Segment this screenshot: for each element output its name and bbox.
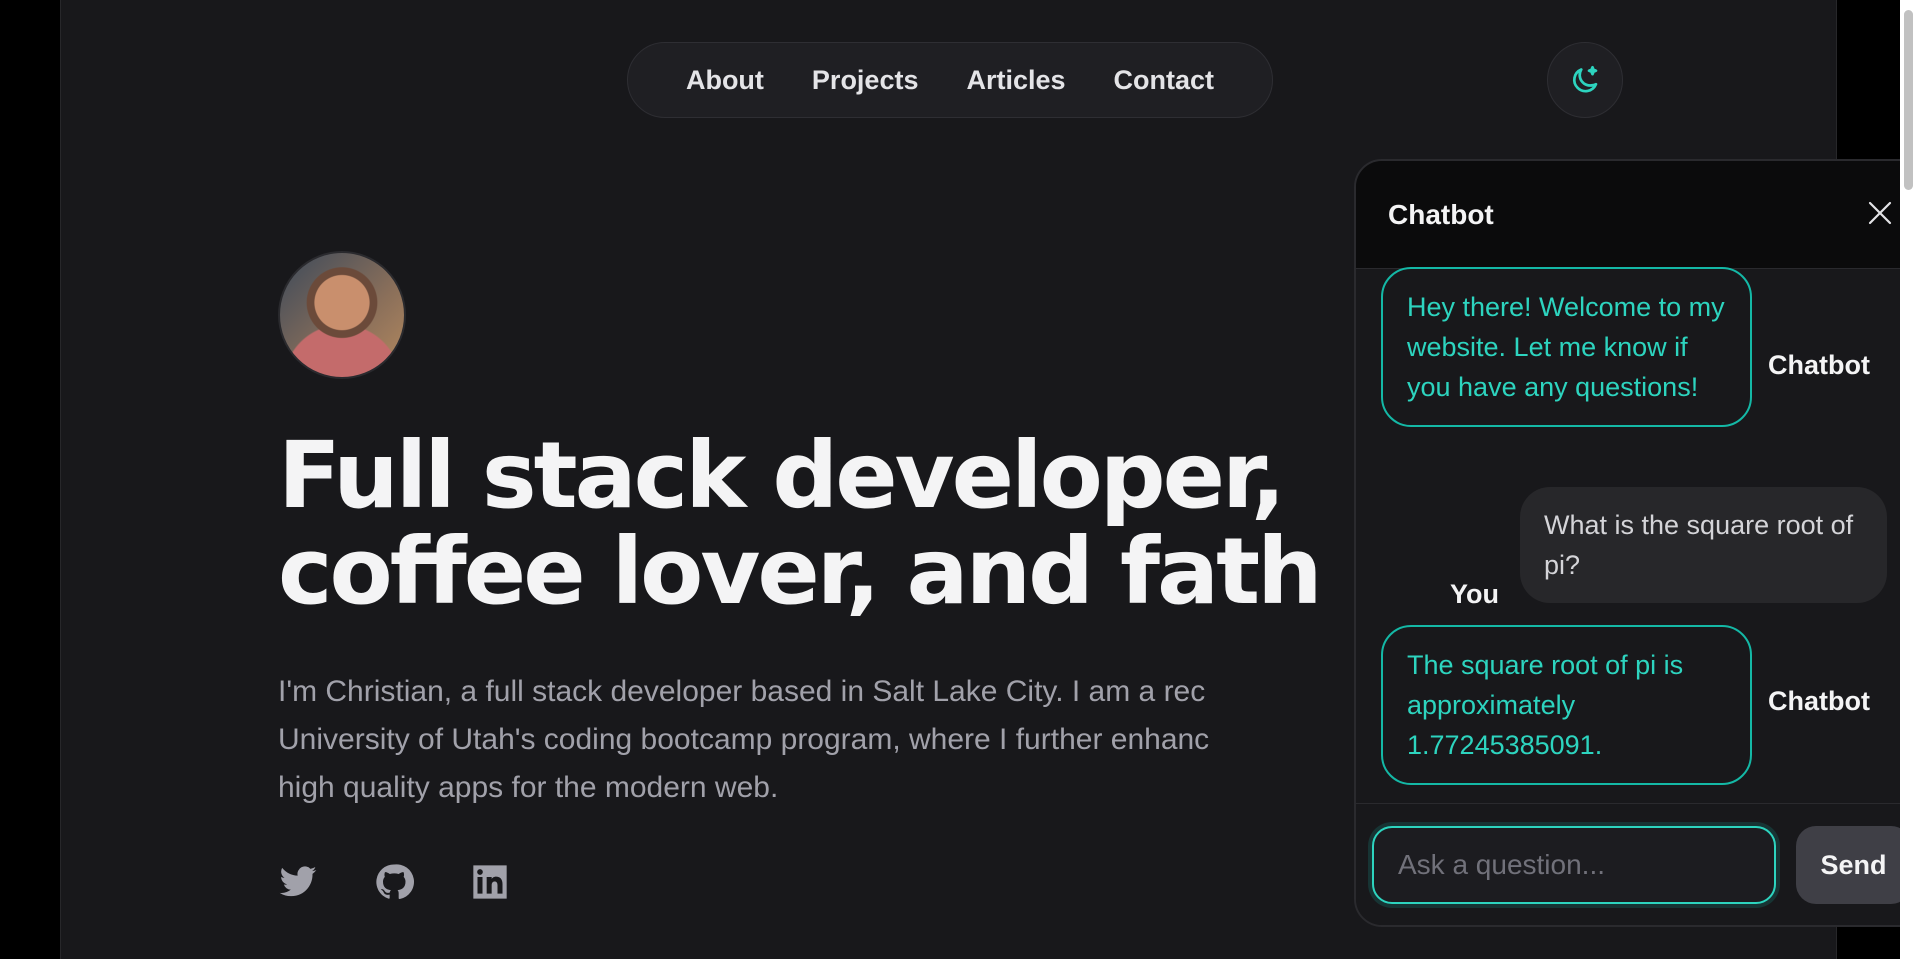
twitter-icon[interactable] — [278, 862, 318, 902]
close-icon[interactable] — [1864, 197, 1896, 229]
chat-message-bot: The square root of pi is approximately 1… — [1381, 625, 1752, 785]
nav-projects[interactable]: Projects — [812, 65, 919, 96]
chat-sender-label: Chatbot — [1768, 686, 1870, 716]
chat-message-bot: Hey there! Welcome to my website. Let me… — [1381, 267, 1752, 427]
social-links — [278, 862, 510, 902]
chatbot-title: Chatbot — [1388, 199, 1494, 230]
chat-footer: Send — [1356, 803, 1917, 925]
page-title: Full stack developer, coffee lover, and … — [278, 428, 1378, 620]
chat-sender-label: You — [1450, 579, 1499, 609]
intro-line-2: University of Utah's coding bootcamp pro… — [278, 723, 1210, 756]
page-container: About Projects Articles Contact Full sta… — [60, 0, 1917, 959]
theme-toggle-button[interactable] — [1547, 42, 1623, 118]
chat-message-user: What is the square root of pi? — [1520, 487, 1887, 603]
linkedin-icon[interactable] — [470, 862, 510, 902]
chat-question-input[interactable] — [1372, 826, 1776, 904]
chat-sender-label: Chatbot — [1768, 350, 1870, 380]
page-scrollbar[interactable] — [1900, 0, 1917, 959]
page-scroll-thumb[interactable] — [1904, 10, 1913, 190]
main-nav: About Projects Articles Contact — [627, 42, 1273, 118]
intro-line-1: I'm Christian, a full stack developer ba… — [278, 675, 1206, 708]
chatbot-header: Chatbot — [1356, 161, 1917, 269]
headline-line-1: Full stack developer, — [278, 422, 1286, 529]
intro-line-3: high quality apps for the modern web. — [278, 771, 779, 804]
nav-articles[interactable]: Articles — [966, 65, 1065, 96]
nav-contact[interactable]: Contact — [1114, 65, 1215, 96]
github-icon[interactable] — [374, 862, 414, 902]
nav-about[interactable]: About — [686, 65, 764, 96]
chatbot-panel: Chatbot Hey there! Welcome to my website… — [1354, 159, 1917, 927]
intro-text: I'm Christian, a full stack developer ba… — [278, 668, 1378, 812]
avatar — [278, 251, 406, 379]
headline-line-2: coffee lover, and fath — [278, 518, 1323, 625]
send-button[interactable]: Send — [1796, 826, 1911, 904]
moon-sparkle-icon — [1572, 65, 1598, 93]
chat-messages: Hey there! Welcome to my website. Let me… — [1356, 267, 1911, 803]
